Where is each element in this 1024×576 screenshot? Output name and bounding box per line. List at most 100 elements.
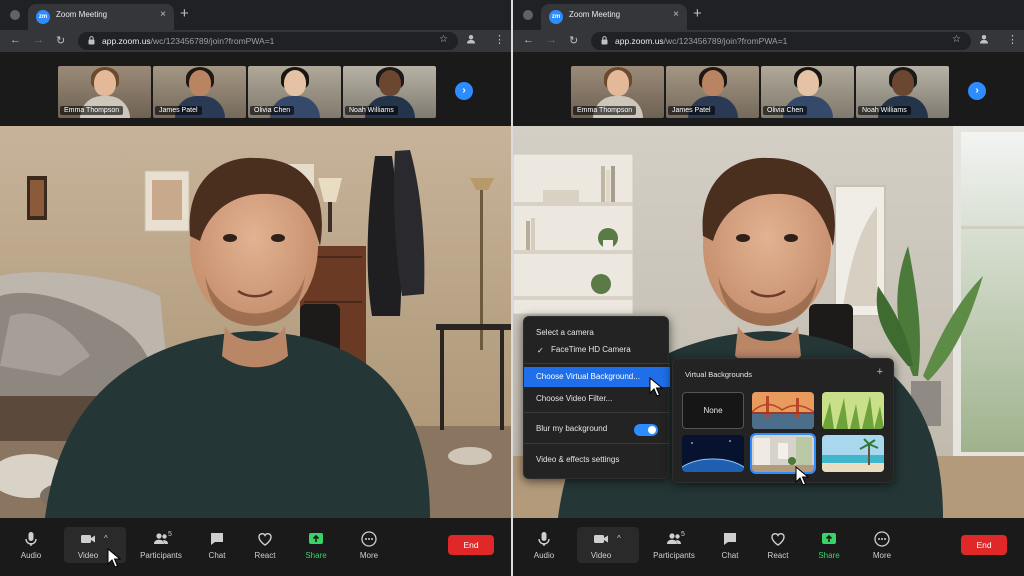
participants-button[interactable]: 5 Participants: [136, 530, 186, 560]
bookmark-star-icon[interactable]: ☆: [952, 34, 961, 45]
blur-background-label: Blur my background: [536, 424, 608, 433]
end-button[interactable]: End: [448, 535, 494, 555]
camera-menu: Select a camera ✓ FaceTime HD Camera Cho…: [523, 316, 670, 479]
participant-name: Olivia Chen: [250, 106, 295, 115]
participant-name: Emma Thompson: [573, 106, 637, 115]
participants-label: Participants: [140, 551, 182, 560]
participant-tile[interactable]: Olivia Chen: [248, 66, 341, 118]
participant-tile[interactable]: James Patel: [666, 66, 759, 118]
chevron-up-icon[interactable]: ^: [617, 534, 621, 543]
participant-name: James Patel: [668, 106, 715, 115]
participant-tile[interactable]: Noah Williams: [856, 66, 949, 118]
next-page-button[interactable]: ›: [455, 82, 473, 100]
url-input[interactable]: app.zoom.us/wc/123456789/join?fromPWA=1 …: [78, 32, 458, 50]
reload-icon[interactable]: ↻: [569, 34, 578, 47]
forward-icon[interactable]: →: [546, 34, 557, 46]
address-bar: ← → ↻ app.zoom.us/wc/123456789/join?from…: [513, 30, 1024, 52]
react-label: React: [767, 551, 789, 560]
share-label: Share: [818, 551, 840, 560]
menu-divider: [524, 412, 670, 413]
heart-icon: [771, 533, 785, 546]
camera-option[interactable]: FaceTime HD Camera: [524, 340, 670, 360]
bookmark-star-icon[interactable]: ☆: [439, 34, 448, 45]
reload-icon[interactable]: ↻: [56, 34, 65, 47]
more-icon: [361, 531, 377, 547]
share-button[interactable]: Share: [291, 530, 341, 560]
mouse-cursor-icon: [649, 377, 663, 397]
add-background-icon[interactable]: +: [877, 366, 883, 378]
new-tab-icon[interactable]: +: [180, 5, 189, 22]
zoom-favicon-icon: zm: [549, 10, 563, 24]
address-bar: ← → ↻ app.zoom.us/wc/123456789/join?from…: [0, 30, 511, 52]
audio-button[interactable]: Audio: [6, 530, 56, 560]
share-label: Share: [305, 551, 327, 560]
heart-icon: [258, 533, 272, 546]
participant-name: Noah Williams: [858, 106, 911, 115]
menu-divider: [524, 443, 670, 444]
participant-tile[interactable]: Olivia Chen: [761, 66, 854, 118]
close-icon[interactable]: ×: [160, 9, 166, 20]
more-label: More: [359, 551, 379, 560]
participants-count: 5: [168, 531, 172, 538]
chat-label: Chat: [721, 551, 739, 560]
browser-tab[interactable]: zm Zoom Meeting ×: [541, 4, 687, 30]
audio-label: Audio: [533, 551, 555, 560]
more-button[interactable]: More: [857, 530, 907, 560]
close-icon[interactable]: ×: [673, 9, 679, 20]
participant-strip: Emma Thompson James Patel Olivia Chen No…: [0, 52, 511, 126]
react-button[interactable]: React: [240, 530, 290, 560]
speaker-video-feed: [0, 126, 511, 518]
video-effects-settings-item[interactable]: Video & effects settings: [524, 450, 670, 470]
next-page-button[interactable]: ›: [968, 82, 986, 100]
url-text: app.zoom.us/wc/123456789/join?fromPWA=1: [615, 36, 787, 46]
microphone-icon: [25, 532, 37, 546]
back-icon[interactable]: ←: [10, 34, 21, 46]
participant-strip: Emma Thompson James Patel Olivia Chen No…: [513, 52, 1024, 126]
background-beach-option[interactable]: [822, 435, 884, 472]
participants-button[interactable]: 5 Participants: [649, 530, 699, 560]
url-host: app.zoom.us: [102, 36, 151, 46]
new-tab-icon[interactable]: +: [693, 5, 702, 22]
window-control[interactable]: [10, 10, 20, 20]
url-input[interactable]: app.zoom.us/wc/123456789/join?fromPWA=1 …: [591, 32, 971, 50]
participant-tile[interactable]: Noah Williams: [343, 66, 436, 118]
kebab-menu-icon[interactable]: ⋮: [494, 33, 505, 46]
chevron-up-icon[interactable]: ^: [104, 534, 108, 543]
blur-toggle[interactable]: [634, 424, 658, 436]
participant-tile[interactable]: Emma Thompson: [571, 66, 664, 118]
background-grass-option[interactable]: [822, 392, 884, 429]
background-earth-option[interactable]: [682, 435, 744, 472]
zoom-favicon-icon: zm: [36, 10, 50, 24]
chat-button[interactable]: Chat: [192, 530, 242, 560]
chat-label: Chat: [208, 551, 226, 560]
window-control[interactable]: [523, 10, 533, 20]
participants-label: Participants: [653, 551, 695, 560]
end-button[interactable]: End: [961, 535, 1007, 555]
mouse-cursor-icon: [795, 466, 809, 486]
video-label: Video: [590, 551, 612, 560]
chat-button[interactable]: Chat: [705, 530, 755, 560]
audio-label: Audio: [20, 551, 42, 560]
participant-tile[interactable]: Emma Thompson: [58, 66, 151, 118]
forward-icon[interactable]: →: [33, 34, 44, 46]
chat-icon: [211, 533, 223, 545]
share-button[interactable]: Share: [804, 530, 854, 560]
react-button[interactable]: React: [753, 530, 803, 560]
profile-icon[interactable]: [979, 34, 989, 44]
share-screen-icon: [822, 533, 836, 544]
share-screen-icon: [309, 533, 323, 544]
mouse-cursor-icon: [107, 548, 121, 568]
browser-tab[interactable]: zm Zoom Meeting ×: [28, 4, 174, 30]
audio-button[interactable]: Audio: [519, 530, 569, 560]
profile-icon[interactable]: [466, 34, 476, 44]
background-none-option[interactable]: None: [682, 392, 744, 429]
right-browser-window: zm Zoom Meeting × + ← → ↻ app.zoom.us/wc…: [513, 0, 1024, 576]
back-icon[interactable]: ←: [523, 34, 534, 46]
video-camera-icon: [81, 535, 95, 543]
kebab-menu-icon[interactable]: ⋮: [1007, 33, 1018, 46]
url-path: /wc/123456789/join?fromPWA=1: [150, 36, 275, 46]
background-bridge-option[interactable]: [752, 392, 814, 429]
blur-background-item[interactable]: Blur my background: [524, 419, 670, 439]
participant-tile[interactable]: James Patel: [153, 66, 246, 118]
more-button[interactable]: More: [344, 530, 394, 560]
